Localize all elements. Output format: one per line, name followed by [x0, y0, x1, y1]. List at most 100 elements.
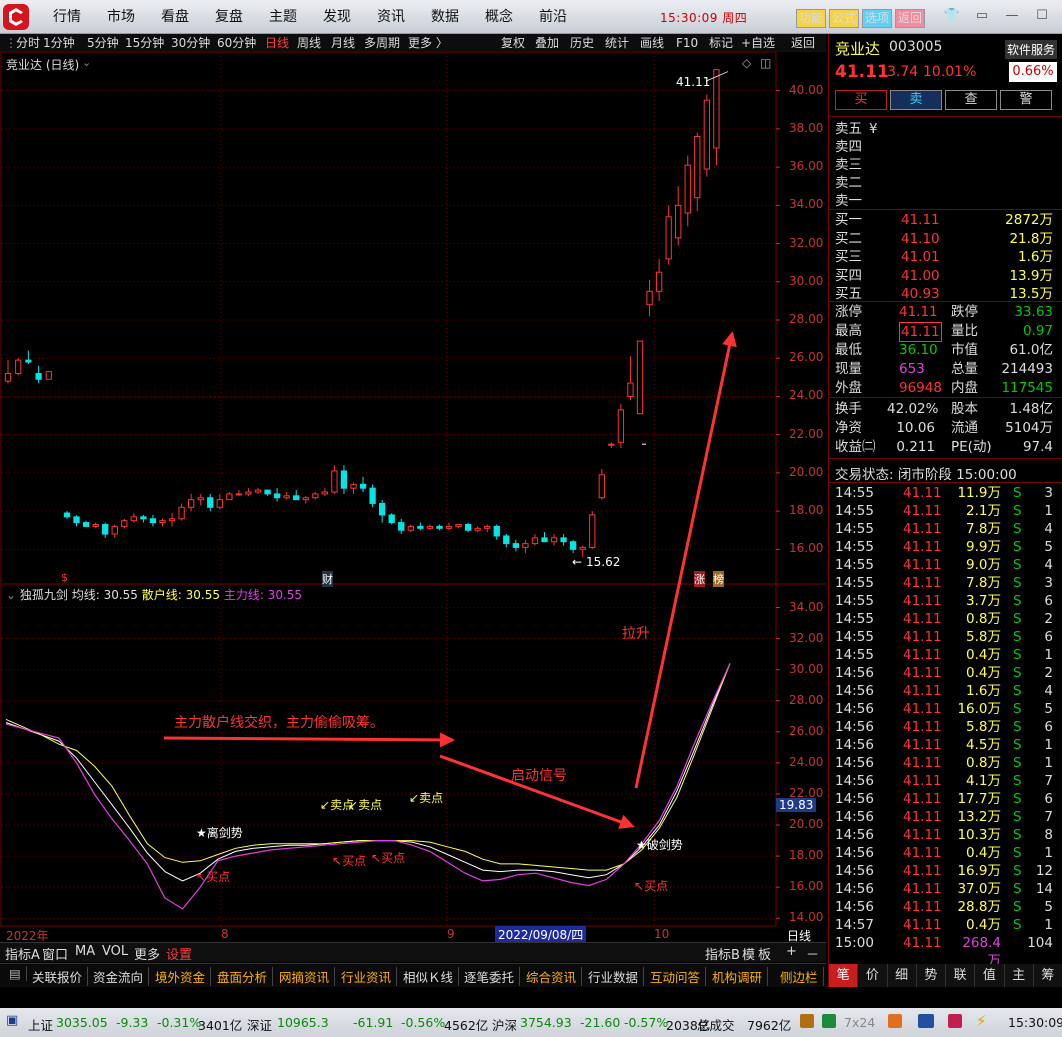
- tab-weekly[interactable]: 周线: [297, 35, 321, 51]
- info-tab-0[interactable]: 关联报价: [27, 967, 89, 986]
- tick-row[interactable]: 14:56 41.11 4.5万 S 1: [835, 736, 1057, 754]
- tab-daily[interactable]: 日线: [265, 35, 289, 51]
- info-tab-2[interactable]: 境外资金: [150, 967, 212, 986]
- info-tab-11[interactable]: 机构调研: [707, 967, 769, 986]
- tick-row[interactable]: 14:55 41.11 9.0万 S 4: [835, 556, 1057, 574]
- tick-row[interactable]: 14:56 41.11 37.0万 S 14: [835, 880, 1057, 898]
- tab-indicator-b[interactable]: 指标B: [705, 944, 740, 963]
- buy-level-row[interactable]: 买三 41.01 1.6万: [835, 248, 1057, 266]
- mark-button[interactable]: 标记: [709, 35, 733, 51]
- panel-toggle-icon[interactable]: ◫: [760, 56, 771, 70]
- return-button[interactable]: 返回: [895, 9, 926, 28]
- menu-item-0[interactable]: 行情: [40, 0, 94, 34]
- info-tab-1[interactable]: 资金流向: [88, 967, 150, 986]
- limit-up-badge[interactable]: 涨: [694, 571, 705, 587]
- tab-indicator-a[interactable]: 指标A: [5, 944, 40, 963]
- tab-monthly[interactable]: 月线: [331, 35, 355, 51]
- history-button[interactable]: 历史: [570, 35, 594, 51]
- hs-label[interactable]: 沪深: [492, 1015, 517, 1034]
- tick-row[interactable]: 15:00 41.11 268.4万 104: [835, 934, 1057, 969]
- formula-button[interactable]: 公式: [829, 9, 860, 28]
- tick-row[interactable]: 14:55 41.11 9.9万 S 5: [835, 538, 1057, 556]
- tick-row[interactable]: 14:56 41.11 28.8万 S 5: [835, 898, 1057, 916]
- dividend-badge[interactable]: $: [61, 571, 68, 584]
- tab-window[interactable]: 窗口: [42, 944, 68, 963]
- info-tab-12[interactable]: 侧边栏: [775, 967, 824, 986]
- right-tab-1[interactable]: 价: [858, 964, 888, 987]
- tick-row[interactable]: 14:56 41.11 10.3万 S 8: [835, 826, 1057, 844]
- right-tab-0[interactable]: 笔: [829, 964, 859, 987]
- tab-ma[interactable]: MA: [75, 944, 95, 959]
- tab-settings[interactable]: 设置: [166, 944, 192, 963]
- sell-level-row[interactable]: 卖四: [835, 138, 1057, 156]
- tab-template-1[interactable]: 模: [742, 944, 755, 963]
- tab-vol[interactable]: VOL: [102, 944, 128, 959]
- tick-row[interactable]: 14:56 41.11 0.4万 S 1: [835, 844, 1057, 862]
- right-tab-7[interactable]: 筹: [1034, 964, 1062, 987]
- buy-level-row[interactable]: 买二 41.10 21.8万: [835, 230, 1057, 248]
- zoom-in-button[interactable]: +: [786, 944, 797, 959]
- tab-30min[interactable]: 30分钟: [171, 35, 210, 51]
- info-tab-10[interactable]: 互动问答: [645, 967, 707, 986]
- menu-item-5[interactable]: 发现: [310, 0, 364, 34]
- info-tab-6[interactable]: 相似Ｋ线: [398, 967, 460, 986]
- function-button[interactable]: 功能: [796, 9, 827, 28]
- skin-icon[interactable]: 👕: [940, 6, 964, 26]
- chevron-down-icon[interactable]: ⌄: [82, 56, 91, 69]
- sell-level-row[interactable]: 卖一: [835, 192, 1057, 210]
- overlay-button[interactable]: 叠加: [535, 35, 559, 51]
- right-tab-2[interactable]: 细: [888, 964, 917, 987]
- tick-row[interactable]: 14:55 41.11 11.9万 S 3: [835, 484, 1057, 502]
- tick-row[interactable]: 14:55 41.11 3.7万 S 6: [835, 592, 1057, 610]
- tab-fenshi[interactable]: 分时: [16, 35, 40, 51]
- buy-button[interactable]: 买: [835, 90, 887, 110]
- tick-row[interactable]: 14:55 41.11 0.4万 S 1: [835, 646, 1057, 664]
- tick-row[interactable]: 14:56 41.11 0.4万 S 2: [835, 664, 1057, 682]
- news-badge[interactable]: 7x24: [844, 1015, 875, 1030]
- sector-tag[interactable]: 软件服务: [1005, 40, 1058, 59]
- sell-level-row[interactable]: 卖五 ¥: [835, 120, 1057, 138]
- tab-15min[interactable]: 15分钟: [125, 35, 164, 51]
- diamond-icon[interactable]: ◇: [742, 56, 751, 70]
- tick-row[interactable]: 14:57 41.11 0.4万 S 1: [835, 916, 1057, 934]
- flag-icon[interactable]: [948, 1014, 962, 1028]
- sell-level-row[interactable]: 卖三: [835, 156, 1057, 174]
- sell-button[interactable]: 卖: [890, 90, 942, 110]
- menu-item-7[interactable]: 数据: [418, 0, 472, 34]
- calculator-icon[interactable]: [888, 1014, 902, 1028]
- buy-level-row[interactable]: 买一 41.11 2872万: [835, 211, 1057, 229]
- menu-item-3[interactable]: 复盘: [202, 0, 256, 34]
- stats-button[interactable]: 统计: [605, 35, 629, 51]
- adjust-button[interactable]: 复权: [501, 35, 525, 51]
- minimize-icon[interactable]: —: [1000, 6, 1024, 26]
- tick-row[interactable]: 14:55 41.11 7.8万 S 4: [835, 520, 1057, 538]
- tick-row[interactable]: 14:56 41.11 5.8万 S 6: [835, 718, 1057, 736]
- right-tab-4[interactable]: 联: [946, 964, 976, 987]
- info-tab-5[interactable]: 行业资讯: [336, 967, 398, 986]
- sh-label[interactable]: 上证: [28, 1015, 53, 1034]
- rank-badge[interactable]: 榜: [713, 571, 724, 587]
- tick-row[interactable]: 14:55 41.11 2.1万 S 1: [835, 502, 1057, 520]
- back-button[interactable]: 返回: [791, 35, 815, 51]
- tick-row[interactable]: 14:55 41.11 0.8万 S 2: [835, 610, 1057, 628]
- tab-1min[interactable]: 1分钟: [43, 35, 75, 51]
- tick-row[interactable]: 14:56 41.11 16.9万 S 12: [835, 862, 1057, 880]
- info-tab-3[interactable]: 盘面分析: [212, 967, 274, 986]
- tab-template-2[interactable]: 板: [758, 944, 771, 963]
- menu-item-4[interactable]: 主题: [256, 0, 310, 34]
- kline-chart[interactable]: [0, 52, 826, 942]
- menu-item-2[interactable]: 看盘: [148, 0, 202, 34]
- menu-item-6[interactable]: 资讯: [364, 0, 418, 34]
- menu-item-8[interactable]: 概念: [472, 0, 526, 34]
- lightning-icon[interactable]: ⚡: [976, 1012, 987, 1030]
- tick-row[interactable]: 14:56 41.11 17.7万 S 6: [835, 790, 1057, 808]
- chevron-down-icon[interactable]: ⌄: [6, 588, 16, 602]
- right-tab-5[interactable]: 值: [975, 964, 1005, 987]
- news-icon[interactable]: [822, 1014, 836, 1028]
- tab-more-ind[interactable]: 更多: [134, 944, 160, 963]
- market-grid-icon[interactable]: ▣: [6, 1013, 18, 1028]
- sell-level-row[interactable]: 卖二: [835, 174, 1057, 192]
- monitor-icon[interactable]: [918, 1014, 934, 1028]
- tick-row[interactable]: 14:56 41.11 1.6万 S 4: [835, 682, 1057, 700]
- info-tab-4[interactable]: 网摘资讯: [274, 967, 336, 986]
